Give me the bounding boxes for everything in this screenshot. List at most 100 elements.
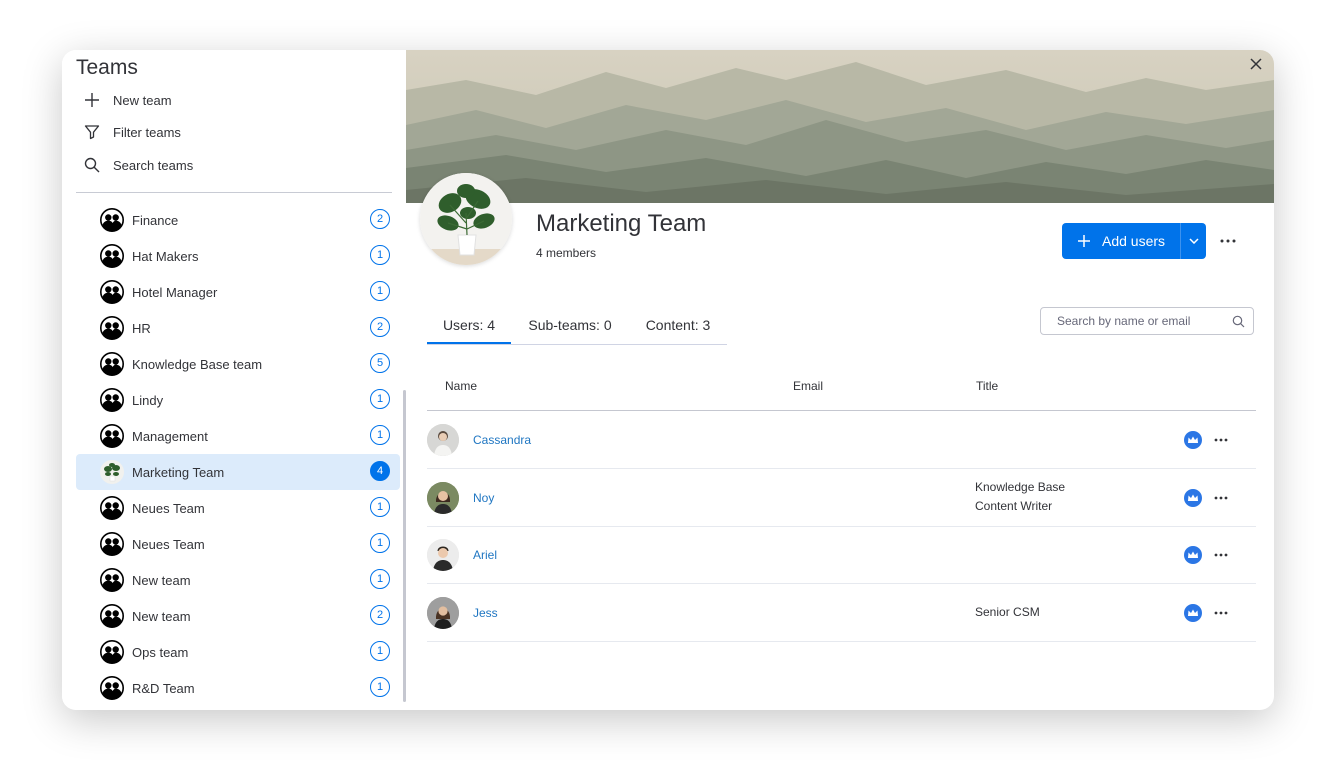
sidebar-title: Teams xyxy=(76,56,138,79)
team-owner-crown-icon[interactable] xyxy=(1184,603,1202,622)
sidebar-team-item[interactable]: Hat Makers 1 xyxy=(76,238,400,274)
sidebar-team-item[interactable]: Management 1 xyxy=(76,418,400,454)
team-member-count-badge: 1 xyxy=(370,245,390,265)
users-table-header: Name Email Title xyxy=(427,370,1256,411)
sidebar-team-item[interactable]: Ops team 1 xyxy=(76,634,400,670)
tab-content[interactable]: Content: 3 xyxy=(633,308,723,342)
add-users-dropdown-toggle[interactable] xyxy=(1181,223,1206,259)
team-group-icon xyxy=(100,280,124,304)
team-member-count-badge: 1 xyxy=(370,677,390,697)
team-owner-crown-icon[interactable] xyxy=(1184,546,1202,564)
team-owner-crown-icon[interactable] xyxy=(1184,488,1202,507)
tab-sub-teams[interactable]: Sub-teams: 0 xyxy=(515,308,625,342)
team-list: Finance 2 Hat Makers 1 Hotel Manager 1 HR 2 Know… xyxy=(76,202,400,706)
team-name: Hat Makers xyxy=(132,249,199,264)
team-more-button[interactable] xyxy=(1216,231,1240,251)
search-teams-button[interactable]: Search teams xyxy=(82,153,193,177)
user-title: Senior CSM xyxy=(975,603,1040,622)
sidebar-team-item[interactable]: Neues Team 1 xyxy=(76,490,400,526)
tab-users[interactable]: Users: 4 xyxy=(427,308,511,344)
search-icon xyxy=(1232,315,1245,328)
team-member-count-badge: 1 xyxy=(370,533,390,553)
plant-icon xyxy=(420,173,512,265)
user-name-link[interactable]: Noy xyxy=(473,491,494,505)
team-member-count-badge: 1 xyxy=(370,389,390,409)
filter-icon xyxy=(82,122,102,142)
user-avatar-image xyxy=(427,481,459,514)
user-avatar-image xyxy=(427,539,459,571)
teams-window: Teams New team Filter teams Search teams… xyxy=(62,50,1274,710)
user-avatar-image xyxy=(427,424,459,456)
sidebar-team-item[interactable]: New team 2 xyxy=(76,598,400,634)
team-member-count-badge: 1 xyxy=(370,641,390,661)
team-member-count-badge: 1 xyxy=(370,497,390,517)
plant-icon xyxy=(100,460,124,484)
more-horizontal-icon xyxy=(1214,611,1228,614)
close-icon xyxy=(1250,58,1262,70)
more-horizontal-icon xyxy=(1220,239,1236,243)
table-row: Noy Knowledge Base Content Writer xyxy=(427,469,1256,527)
user-avatar[interactable] xyxy=(427,481,459,514)
user-search-input[interactable] xyxy=(1055,313,1239,329)
team-group-icon xyxy=(100,604,124,628)
filter-teams-button[interactable]: Filter teams xyxy=(82,120,181,144)
sidebar-team-item[interactable]: R&D Team 1 xyxy=(76,670,400,706)
new-team-button[interactable]: New team xyxy=(82,88,172,112)
sidebar-team-item[interactable]: Hotel Manager 1 xyxy=(76,274,400,310)
team-member-count-badge: 2 xyxy=(370,605,390,625)
user-title-line: Knowledge Base xyxy=(975,479,1066,494)
team-name: Lindy xyxy=(132,393,164,408)
team-avatar-image xyxy=(420,173,512,265)
row-more-button[interactable] xyxy=(1211,603,1231,623)
team-name: Finance xyxy=(132,213,179,228)
sidebar-team-item[interactable]: Finance 2 xyxy=(76,202,400,238)
team-owner-crown-icon[interactable] xyxy=(1184,431,1202,449)
column-header-name: Name xyxy=(445,379,478,393)
team-member-count-badge: 1 xyxy=(370,281,390,301)
row-more-button[interactable] xyxy=(1211,488,1231,508)
sidebar-team-item[interactable]: Lindy 1 xyxy=(76,382,400,418)
new-team-label: New team xyxy=(113,92,172,108)
user-avatar[interactable] xyxy=(427,596,459,629)
team-group-icon xyxy=(100,316,124,340)
add-users-button[interactable]: Add users xyxy=(1062,223,1206,259)
user-title-line: Senior CSM xyxy=(975,604,1040,619)
close-button[interactable] xyxy=(1246,54,1266,74)
user-name-link[interactable]: Ariel xyxy=(473,548,497,562)
team-member-count-badge: 2 xyxy=(370,317,390,337)
row-more-button[interactable] xyxy=(1211,545,1231,565)
add-users-label: Add users xyxy=(1102,233,1166,249)
sidebar-team-item[interactable]: HR 2 xyxy=(76,310,400,346)
team-group-icon xyxy=(100,532,124,556)
team-name: Knowledge Base team xyxy=(132,357,263,372)
team-member-count-badge: 4 xyxy=(370,461,390,481)
user-search-box xyxy=(1040,307,1254,335)
sidebar-team-item[interactable]: Knowledge Base team 5 xyxy=(76,346,400,382)
team-name: R&D Team xyxy=(132,681,195,696)
user-title-line: Content Writer xyxy=(975,498,1053,513)
team-member-count-badge: 2 xyxy=(370,209,390,229)
chevron-down-icon xyxy=(1188,238,1199,244)
team-name: Neues Team xyxy=(132,537,205,552)
sidebar-team-item[interactable]: New team 1 xyxy=(76,562,400,598)
column-header-email: Email xyxy=(793,379,824,393)
team-group-icon xyxy=(100,424,124,448)
team-name: New team xyxy=(132,609,191,624)
user-name-link[interactable]: Cassandra xyxy=(473,433,531,447)
user-avatar[interactable] xyxy=(427,539,459,571)
team-group-icon xyxy=(100,640,124,664)
team-name: Ops team xyxy=(132,645,189,660)
team-detail-panel: Marketing Team 4 members Add users Users… xyxy=(406,50,1274,710)
column-header-title: Title xyxy=(976,379,999,393)
team-member-count-badge: 1 xyxy=(370,425,390,445)
sidebar-divider xyxy=(76,192,392,193)
sidebar-team-item[interactable]: Marketing Team 4 xyxy=(76,454,400,490)
team-member-count-badge: 1 xyxy=(370,569,390,589)
team-group-icon xyxy=(100,244,124,268)
sidebar-team-item[interactable]: Neues Team 1 xyxy=(76,526,400,562)
team-group-icon xyxy=(100,388,124,412)
user-avatar[interactable] xyxy=(427,424,459,456)
cover-image xyxy=(406,50,1274,203)
row-more-button[interactable] xyxy=(1211,430,1231,450)
user-name-link[interactable]: Jess xyxy=(473,606,498,620)
